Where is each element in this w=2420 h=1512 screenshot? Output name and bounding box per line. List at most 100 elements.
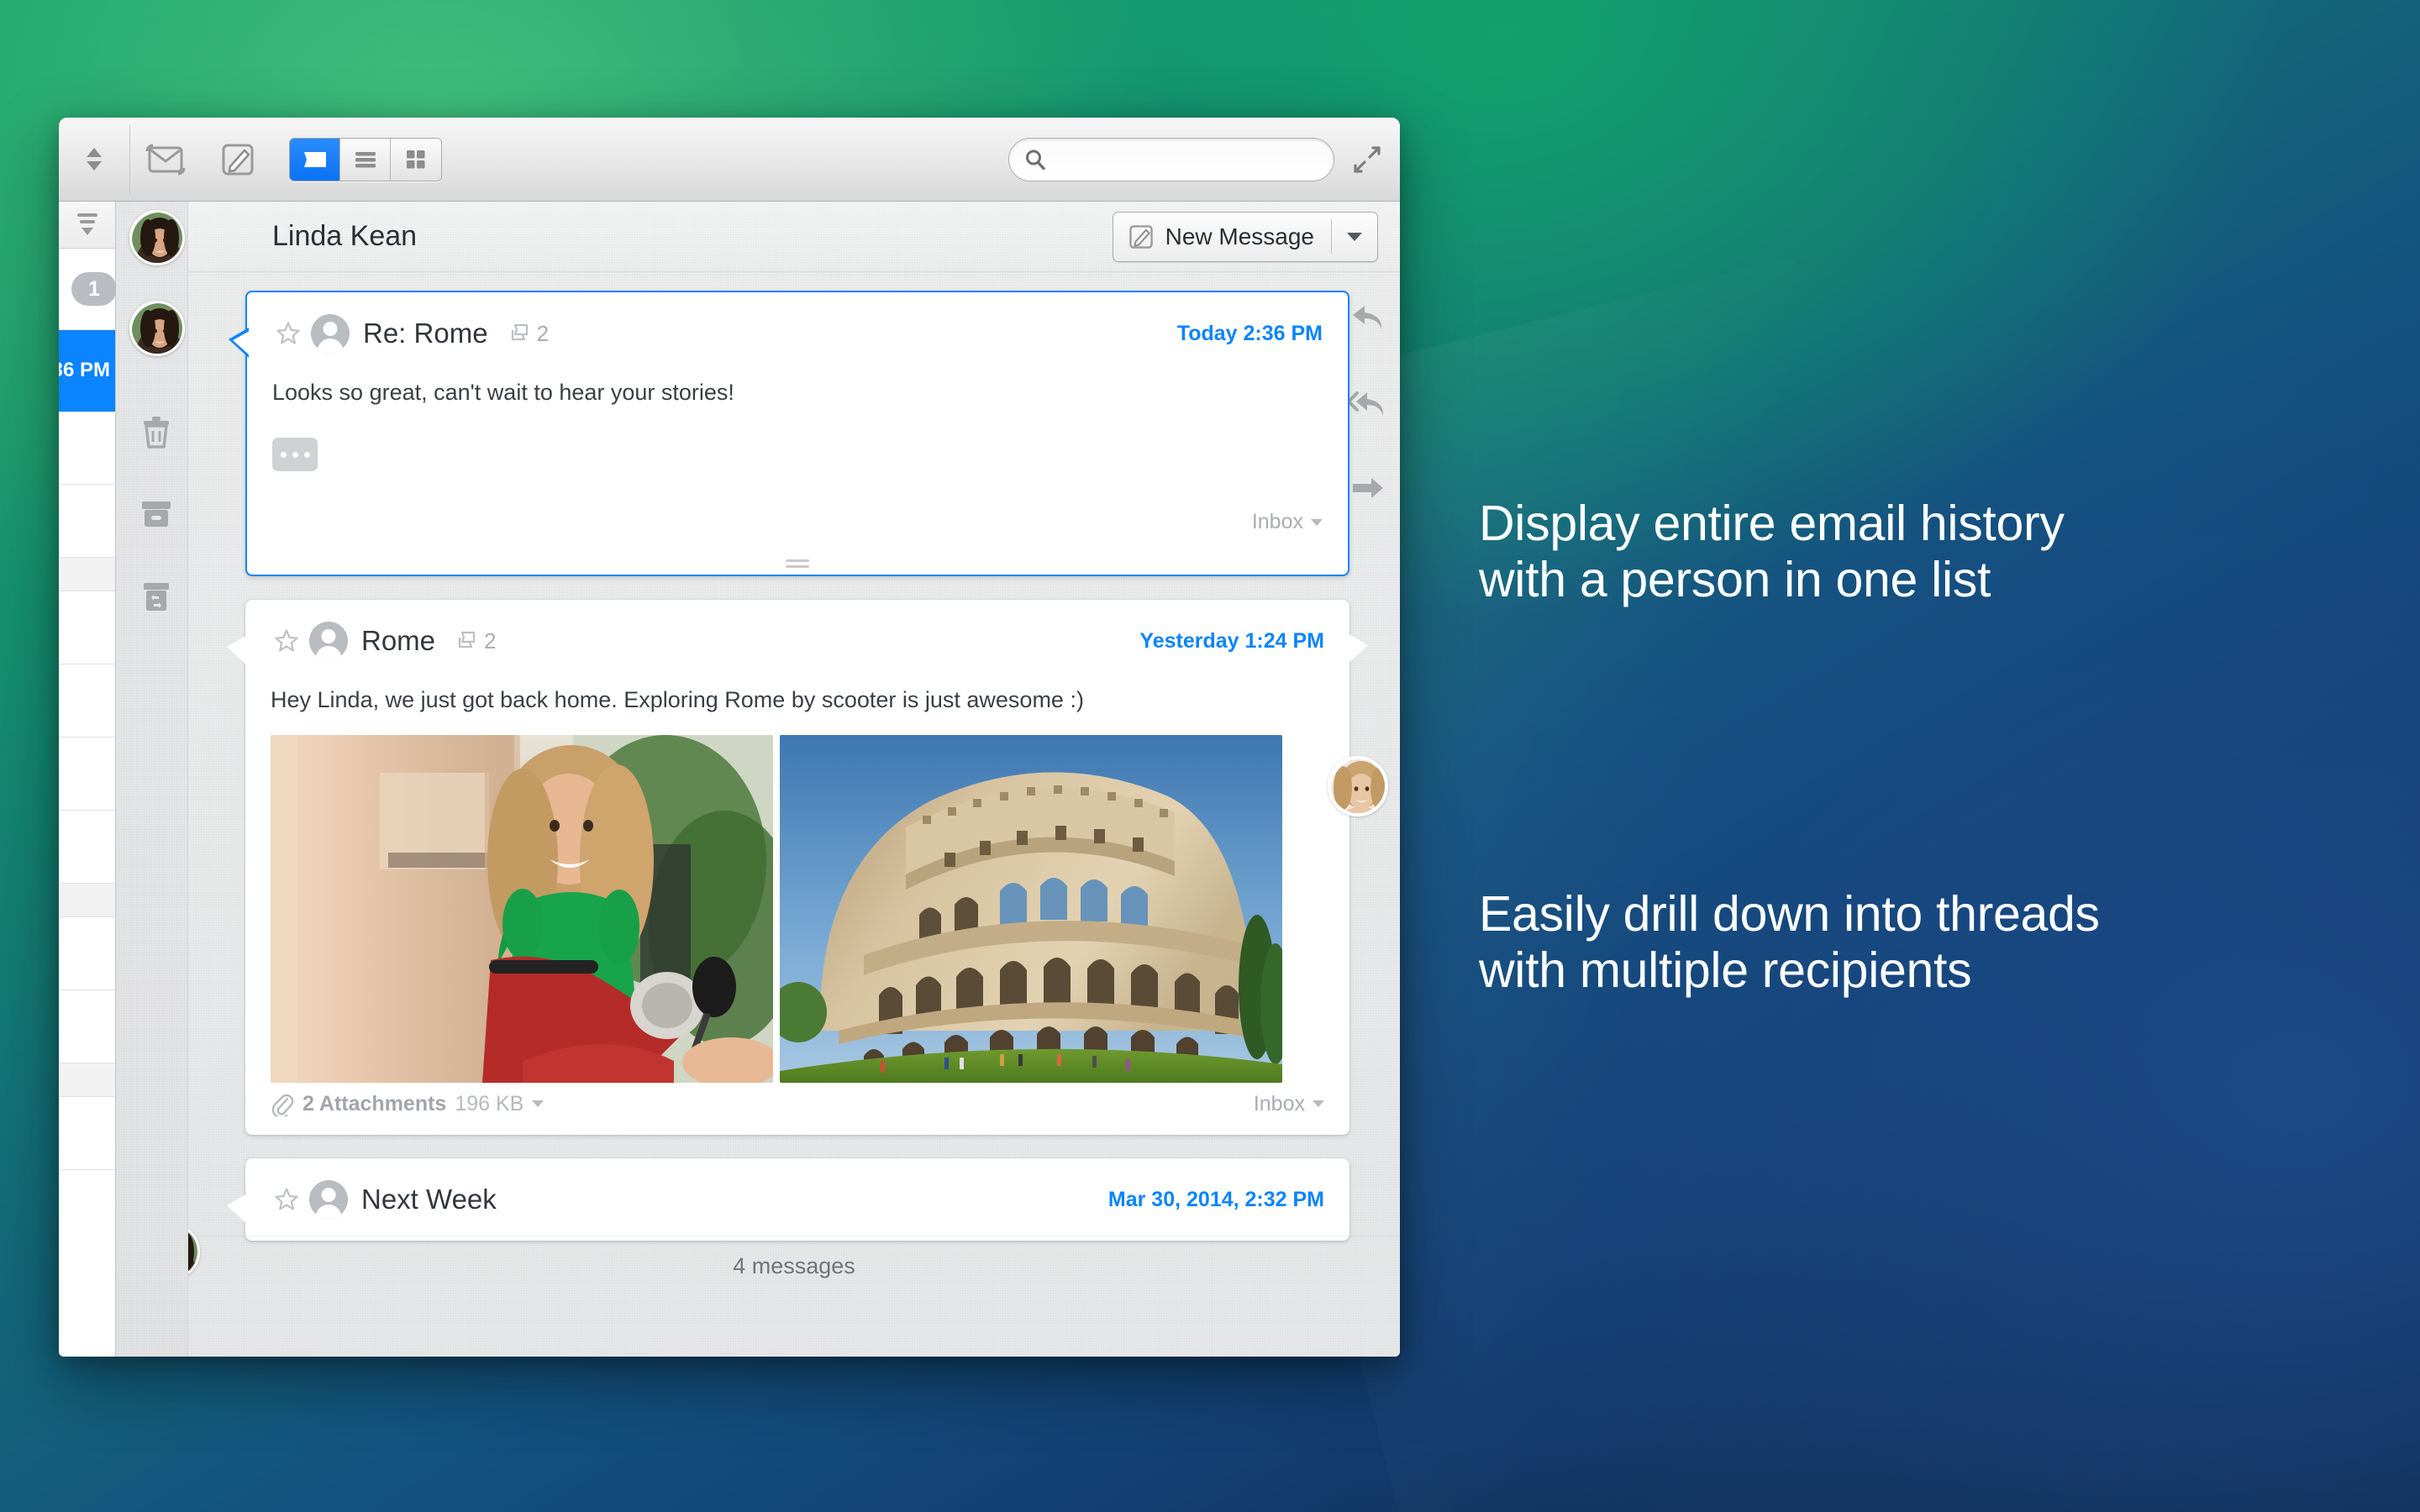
message-card[interactable]: Rome 2 Yesterday 1:24 PM Hey [245,600,1349,1135]
avatar[interactable] [1328,756,1388,816]
promo-line-1a: Display entire email history [1479,496,2386,552]
thread-footer: 4 messages [188,1236,1400,1296]
star-icon [274,628,299,654]
paperclip-icon [271,1091,294,1116]
get-mail-icon [144,142,187,177]
list-item[interactable] [59,738,115,811]
search-field[interactable] [1008,138,1334,181]
card-resize-handle[interactable] [786,559,809,568]
view-mode-segmented-control[interactable] [289,138,442,181]
status-badge: 1 [71,272,117,306]
star-button[interactable] [271,1187,302,1212]
ellipsis-dot [292,452,298,458]
message-header: Re: Rome 2 Today 2:36 PM [247,292,1348,361]
threads-icon [508,323,532,344]
list-item-time: 36 PM [59,330,115,411]
list-icon [354,150,377,169]
list-item[interactable] [59,811,115,884]
message-date: Today 2:36 PM [1177,322,1323,346]
mailbox-label: Inbox [1254,1092,1305,1116]
message-footer: 2 Attachments 196 KB Inbox [245,1091,1349,1135]
page-title: Linda Kean [272,220,417,253]
delete-button[interactable] [136,412,176,452]
attachments-summary[interactable]: 2 Attachments 196 KB [271,1091,544,1116]
get-mail-button[interactable] [129,118,202,202]
message-subject: Next Week [361,1184,497,1215]
message-subject: Re: Rome [363,318,488,349]
star-button[interactable] [271,628,302,654]
message-list-column: 1 36 PM [59,202,116,1357]
sort-ascending-icon [87,148,102,157]
compose-icon [1127,223,1155,251]
attachments-count: 2 Attachments [302,1092,446,1116]
new-message-dropdown[interactable] [1332,233,1377,241]
sender-avatar-placeholder [309,622,348,660]
list-item[interactable] [59,990,115,1063]
star-button[interactable] [272,321,304,346]
message-thread[interactable]: Re: Rome 2 Today 2:36 PM Loo [188,272,1400,1296]
grid-icon [405,149,427,171]
sort-arrows-icon[interactable] [59,148,129,171]
window-body: 1 36 PM [59,202,1400,1357]
message-tail [227,1194,247,1224]
linda-kean-avatar-top [132,213,185,265]
message-body: Hey Linda, we just got back home. Explor… [245,669,1349,717]
chevron-down-icon [532,1100,544,1107]
delete-icon [139,413,173,450]
star-icon [274,1187,299,1212]
list-item[interactable] [59,664,115,738]
message-header: Rome 2 Yesterday 1:24 PM [245,600,1349,669]
new-message-button[interactable]: New Message [1113,212,1378,262]
list-item[interactable] [59,412,115,485]
archive-button[interactable] [136,494,176,534]
mailbox-label: Inbox [1252,510,1303,534]
view-mode-conversation[interactable] [290,139,340,181]
thread-count-value: 2 [537,321,549,347]
ellipsis-dot [304,452,310,458]
mailbox-selector[interactable]: Inbox [1252,510,1323,534]
compose-button[interactable] [202,118,274,202]
promo-line-2b: with multiple recipients [1479,942,2386,999]
compose-icon [218,140,257,179]
chevron-down-icon [1347,233,1362,241]
avatar[interactable] [129,210,185,265]
chevron-down-icon [1311,519,1323,526]
sender-avatar-placeholder [311,314,350,353]
list-item-selected[interactable]: 36 PM [59,330,115,412]
search-area [1008,138,1400,181]
view-mode-list[interactable] [340,139,391,181]
desktop-background: Display entire email history with a pers… [0,0,2420,1512]
conversation-icon [302,150,328,170]
promo-block-2: Easily drill down into threads with mult… [1479,886,2386,998]
unread-badge-wrap: 1 [59,249,115,329]
expand-icon [1351,144,1383,176]
message-body: Looks so great, can't wait to hear your … [247,361,1348,471]
list-item[interactable] [59,591,115,664]
message-card[interactable]: Re: Rome 2 Today 2:36 PM Loo [245,291,1349,576]
message-list-header[interactable] [59,202,115,249]
photo-scooter-girl[interactable] [271,735,773,1083]
list-item[interactable]: 1 [59,249,115,330]
view-mode-grid[interactable] [391,139,441,181]
message-card[interactable]: Next Week Mar 30, 2014, 2:32 PM [245,1158,1349,1241]
list-item[interactable] [59,485,115,558]
archive-icon [139,498,174,530]
threads-icon [455,630,479,652]
thread-count-value: 2 [484,628,496,654]
list-item[interactable] [59,917,115,990]
photo-colosseum[interactable] [780,735,1282,1083]
list-item[interactable] [59,1097,115,1170]
expand-button[interactable] [1334,144,1400,176]
search-input[interactable] [1055,149,1307,171]
message-subject: Rome [361,625,435,657]
promo-line-2a: Easily drill down into threads [1479,886,2386,942]
mailbox-selector[interactable]: Inbox [1254,1092,1324,1116]
message-header: Next Week Mar 30, 2014, 2:32 PM [245,1158,1349,1241]
mail-app-window: 1 36 PM [59,118,1400,1357]
show-quoted-text-button[interactable] [272,438,318,471]
action-rail [116,202,188,1357]
junk-button[interactable] [136,576,176,617]
avatar[interactable] [129,301,185,356]
photo-colosseum-image [780,735,1282,1083]
promo-block-1: Display entire email history with a pers… [1479,496,2386,607]
